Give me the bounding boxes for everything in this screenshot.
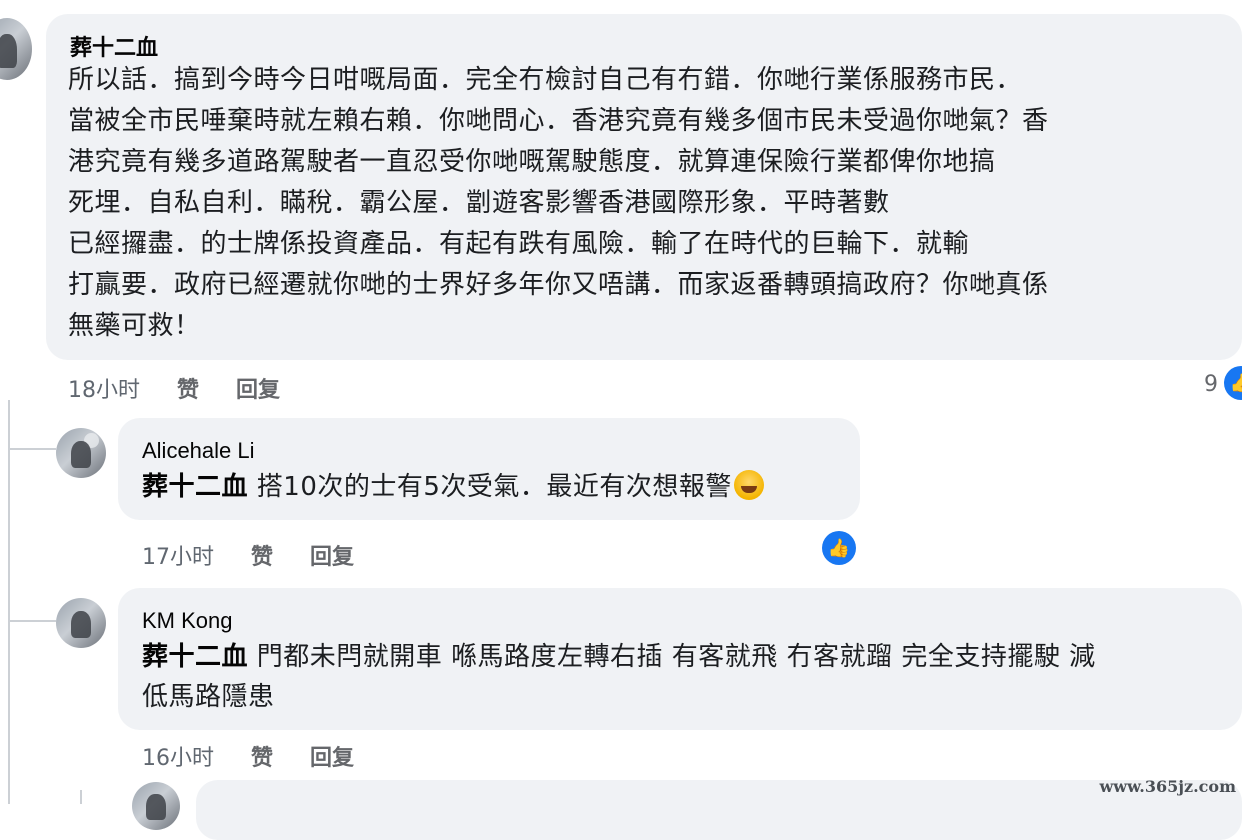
rolling-laughing-icon (733, 470, 764, 500)
reaction-count[interactable]: 9 (1204, 372, 1218, 397)
comment-meta: 16小时 赞 回复 (142, 740, 384, 772)
comment-bubble (196, 780, 1242, 840)
comment-text-line: 無藥可救！￼￼￼￼￼ (68, 311, 201, 341)
like-link[interactable]: 赞 (251, 746, 273, 771)
like-link[interactable]: 赞 (251, 545, 273, 570)
comment-author[interactable]: 葬十二血 (70, 30, 158, 62)
comment-author[interactable]: KM Kong (142, 608, 233, 634)
comment-text-line: 已經攞盡．的士牌係投資產品．有起有跌有風險￼￼￼．輸了在時代的巨輪下．￼就輸 (68, 229, 970, 259)
avatar[interactable] (132, 782, 180, 830)
thread-connector (8, 620, 56, 622)
comment-text-line: 港究竟有幾多道路駕駛者￼￼一直忍受你哋嘅駕駛態度．￼就算連保險行業都俾你地搞 (68, 147, 996, 177)
comment-text: 葬十二血 搭10次的士有5次受氣．最近有次想報警 (142, 467, 764, 507)
mention-link[interactable]: 葬十二血 (142, 472, 248, 502)
comment-text-body: 搭10次的士有5次受氣．最近有次想報警 (256, 472, 732, 502)
comment-text-line: 低馬路隱患 (142, 682, 275, 712)
comment-timestamp[interactable]: 18小时 (68, 378, 140, 403)
avatar-figure (71, 610, 91, 638)
thread-line (80, 790, 82, 804)
comment-text-line: 死埋．￼自私自利．瞞￼稅．霸公屋￼￼．劏遊客￼影響香港國際形象．￼平時著數 (68, 188, 890, 218)
avatar-figure (71, 440, 91, 468)
comment-text-line: 所以話．搞到今時今日咁嘅局面．完全冇檢討自己有冇錯．￼你哋行業係服務市民．￼ (68, 65, 1023, 95)
comment-timestamp[interactable]: 16小时 (142, 746, 214, 771)
avatar[interactable] (0, 18, 32, 80)
avatar-figure (146, 794, 166, 821)
like-reaction-icon[interactable]: 👍 (822, 531, 856, 565)
comment-meta: 17小时 赞 回复 (142, 539, 384, 571)
comment-text-line: ￼當被全市民唾棄時就左賴右賴．你哋問心．香港究竟有幾多個市民未受過你哋氣？香 (68, 106, 1049, 136)
avatar[interactable] (56, 428, 106, 478)
avatar-figure (0, 33, 17, 68)
comment-text: 葬十二血 門都未閂就開車 喺馬路度左轉右插 有客就飛 冇客就蹓 完全支持擺駛 減 (142, 637, 1096, 677)
comment-meta: 18小时 赞 回复 (68, 372, 310, 404)
comment-text-line: 打贏要．政府已經遷就你哋的士界好多年￼你又唔講．而家返番轉頭搞政府？你哋真係 (68, 270, 1049, 300)
reply-link[interactable]: 回复 (310, 545, 354, 570)
watermark: www.365jz.com (1099, 777, 1236, 796)
reply-link[interactable]: 回复 (310, 746, 354, 771)
thread-connector (8, 448, 56, 450)
thread-line (8, 400, 10, 804)
comment-text-body: 門都未閂就開車 喺馬路度左轉右插 有客就飛 冇客就蹓 完全支持擺駛 減 (256, 642, 1096, 672)
like-link[interactable]: 赞 (177, 378, 199, 403)
comment-author[interactable]: Alicehale Li (142, 438, 255, 464)
like-reaction-icon[interactable]: 👍 (1224, 366, 1242, 400)
mention-link[interactable]: 葬十二血 (142, 642, 248, 672)
avatar[interactable] (56, 598, 106, 648)
comment-timestamp[interactable]: 17小时 (142, 545, 214, 570)
reply-link[interactable]: 回复 (236, 378, 280, 403)
